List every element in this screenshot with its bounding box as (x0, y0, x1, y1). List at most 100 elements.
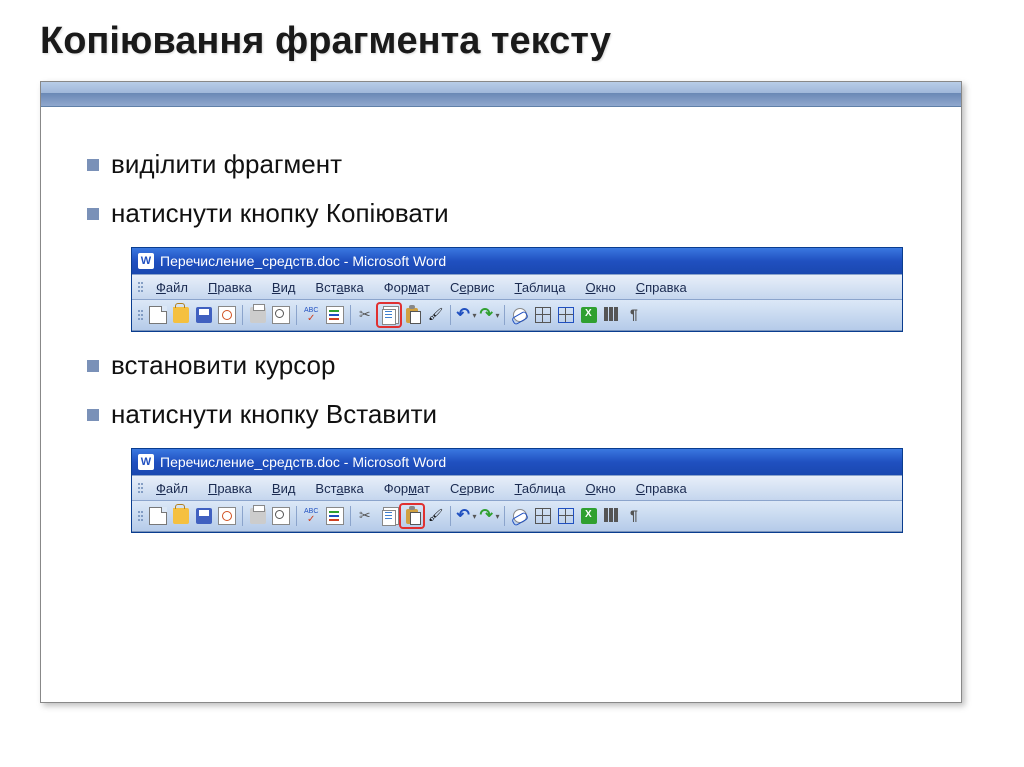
excel-icon (581, 307, 597, 323)
separator (350, 506, 351, 526)
new-button[interactable] (147, 304, 169, 326)
menu-tools[interactable]: Сервис (440, 481, 505, 496)
content-frame: виділити фрагмент натиснути кнопку Копію… (40, 81, 962, 703)
new-button[interactable] (147, 505, 169, 527)
open-icon (173, 307, 189, 323)
separator (296, 506, 297, 526)
bullet-item: встановити курсор (87, 350, 923, 381)
copy-button[interactable] (378, 304, 400, 326)
titlebar: W Перечисление_средств.doc - Microsoft W… (132, 248, 902, 274)
columns-button[interactable] (601, 304, 623, 326)
hyperlink-button[interactable] (509, 505, 531, 527)
excel-button[interactable] (578, 304, 600, 326)
menu-edit[interactable]: Правка (198, 481, 262, 496)
permission-button[interactable] (216, 304, 238, 326)
bullet-icon (87, 409, 99, 421)
new-icon (149, 306, 167, 324)
toolbar: ▾ ▾ (132, 300, 902, 331)
menu-help[interactable]: Справка (626, 481, 697, 496)
research-button[interactable] (324, 505, 346, 527)
grip-icon (138, 511, 140, 521)
save-button[interactable] (193, 505, 215, 527)
menu-file[interactable]: Файл (146, 280, 198, 295)
columns-icon (604, 508, 620, 524)
menu-insert[interactable]: Вставка (305, 280, 373, 295)
menu-view[interactable]: Вид (262, 280, 306, 295)
menu-table[interactable]: Таблица (504, 280, 575, 295)
paragraph-icon (627, 508, 643, 524)
table-borders-icon (535, 508, 551, 524)
open-button[interactable] (170, 505, 192, 527)
menu-help[interactable]: Справка (626, 280, 697, 295)
separator (504, 305, 505, 325)
hyperlink-button[interactable] (509, 304, 531, 326)
spellcheck-icon (304, 508, 320, 524)
word-app-icon: W (138, 454, 154, 470)
paragraph-button[interactable] (624, 304, 646, 326)
preview-button[interactable] (270, 304, 292, 326)
bullet-item: виділити фрагмент (87, 149, 923, 180)
cut-button[interactable] (355, 505, 377, 527)
research-button[interactable] (324, 304, 346, 326)
save-icon (196, 307, 212, 323)
research-icon (326, 507, 344, 525)
preview-button[interactable] (270, 505, 292, 527)
menu-format[interactable]: Формат (374, 280, 440, 295)
word-window-paste: W Перечисление_средств.doc - Microsoft W… (131, 448, 903, 533)
columns-button[interactable] (601, 505, 623, 527)
redo-button[interactable]: ▾ (478, 505, 500, 527)
separator (504, 506, 505, 526)
grip-icon (138, 483, 140, 493)
insert-table-icon (558, 508, 574, 524)
print-button[interactable] (247, 304, 269, 326)
grip-icon (138, 282, 140, 292)
insert-table-button[interactable] (555, 304, 577, 326)
print-button[interactable] (247, 505, 269, 527)
bullet-icon (87, 208, 99, 220)
format-painter-button[interactable] (424, 505, 446, 527)
menu-window[interactable]: Окно (575, 280, 625, 295)
save-button[interactable] (193, 304, 215, 326)
spellcheck-button[interactable] (301, 505, 323, 527)
menu-tools[interactable]: Сервис (440, 280, 505, 295)
undo-button[interactable]: ▾ (455, 505, 477, 527)
menu-edit[interactable]: Правка (198, 280, 262, 295)
paste-button[interactable] (401, 505, 423, 527)
menu-window[interactable]: Окно (575, 481, 625, 496)
separator (450, 506, 451, 526)
menu-insert[interactable]: Вставка (305, 481, 373, 496)
menu-table[interactable]: Таблица (504, 481, 575, 496)
format-painter-icon (427, 508, 443, 524)
insert-table-button[interactable] (555, 505, 577, 527)
redo-icon (478, 307, 494, 323)
permission-icon (218, 306, 236, 324)
titlebar: W Перечисление_средств.doc - Microsoft W… (132, 449, 902, 475)
cut-button[interactable] (355, 304, 377, 326)
redo-button[interactable]: ▾ (478, 304, 500, 326)
bullet-text: виділити фрагмент (111, 149, 342, 180)
menubar: Файл Правка Вид Вставка Формат Сервис Та… (132, 475, 902, 501)
table-borders-button[interactable] (532, 505, 554, 527)
spellcheck-button[interactable] (301, 304, 323, 326)
paragraph-button[interactable] (624, 505, 646, 527)
menu-format[interactable]: Формат (374, 481, 440, 496)
table-borders-button[interactable] (532, 304, 554, 326)
undo-icon (455, 508, 471, 524)
excel-button[interactable] (578, 505, 600, 527)
menu-view[interactable]: Вид (262, 481, 306, 496)
paragraph-icon (627, 307, 643, 323)
undo-button[interactable]: ▾ (455, 304, 477, 326)
window-title: Перечисление_средств.doc - Microsoft Wor… (160, 253, 446, 269)
bullet-item: натиснути кнопку Копіювати (87, 198, 923, 229)
copy-button[interactable] (378, 505, 400, 527)
permission-button[interactable] (216, 505, 238, 527)
format-painter-button[interactable] (424, 304, 446, 326)
table-borders-icon (535, 307, 551, 323)
hyperlink-icon (513, 308, 527, 322)
research-icon (326, 306, 344, 324)
menu-file[interactable]: Файл (146, 481, 198, 496)
undo-icon (455, 307, 471, 323)
open-button[interactable] (170, 304, 192, 326)
paste-button[interactable] (401, 304, 423, 326)
window-title: Перечисление_средств.doc - Microsoft Wor… (160, 454, 446, 470)
